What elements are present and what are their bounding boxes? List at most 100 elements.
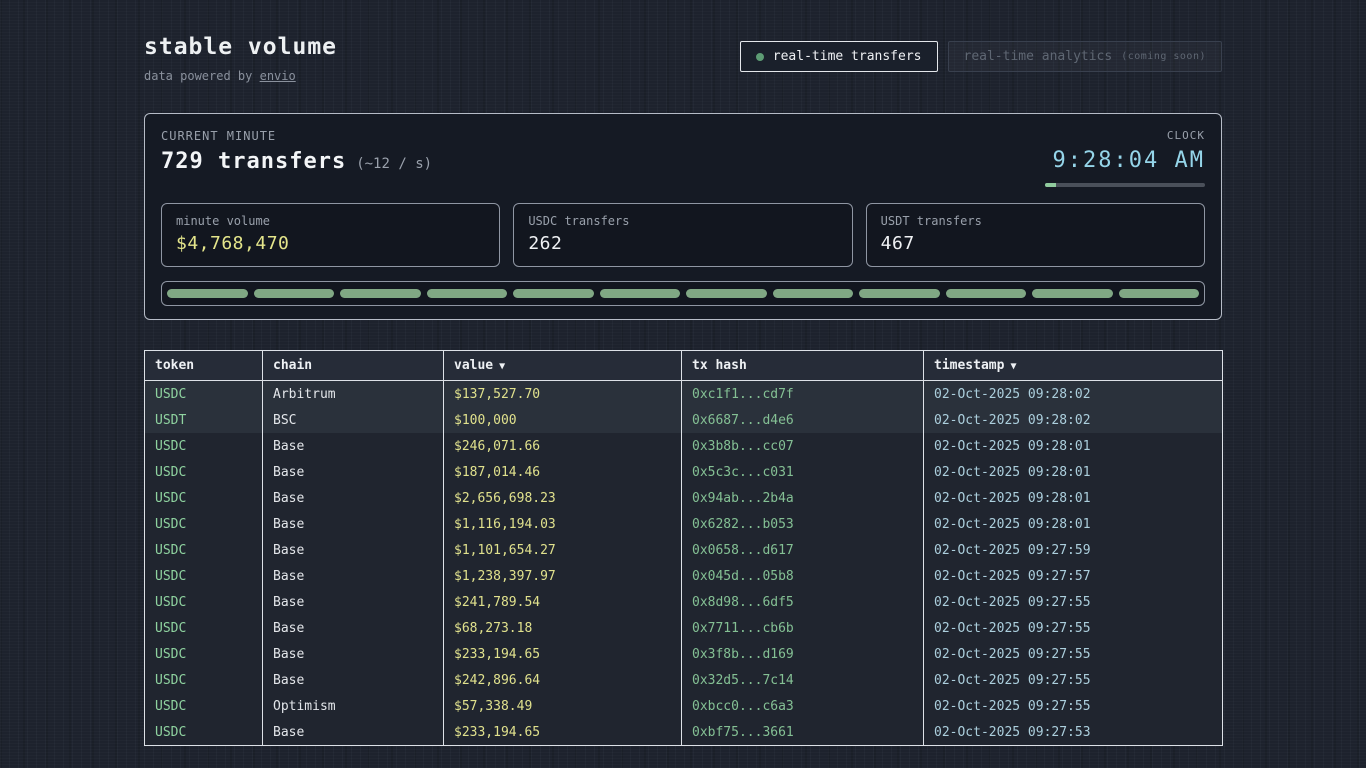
sort-indicator-icon: ▼ xyxy=(1004,361,1016,372)
table-row: USDCBase$233,194.650xbf75...366102-Oct-2… xyxy=(145,719,1223,746)
cell-tx-hash[interactable]: 0x32d5...7c14 xyxy=(682,667,924,693)
cell-chain: Base xyxy=(263,433,444,459)
envio-link[interactable]: envio xyxy=(260,69,296,83)
cell-timestamp: 02-Oct-2025 09:28:02 xyxy=(924,407,1223,433)
table-row: USDCBase$68,273.180x7711...cb6b02-Oct-20… xyxy=(145,615,1223,641)
transfers-summary: CURRENT MINUTE 729 transfers (~12 / s) xyxy=(161,129,432,174)
column-header-chain[interactable]: chain xyxy=(263,351,444,381)
table-row: USDCBase$242,896.640x32d5...7c1402-Oct-2… xyxy=(145,667,1223,693)
cell-token: USDC xyxy=(145,459,263,485)
table-row: USDCArbitrum$137,527.700xc1f1...cd7f02-O… xyxy=(145,381,1223,408)
cell-token: USDC xyxy=(145,537,263,563)
cell-timestamp: 02-Oct-2025 09:27:55 xyxy=(924,615,1223,641)
stat-box-label: minute volume xyxy=(176,214,485,228)
cell-tx-hash[interactable]: 0x8d98...6df5 xyxy=(682,589,924,615)
cell-token: USDC xyxy=(145,589,263,615)
column-header-timestamp[interactable]: timestamp ▼ xyxy=(924,351,1223,381)
transfers-table: tokenchainvalue ▼tx hashtimestamp ▼ USDC… xyxy=(144,350,1223,746)
cell-token: USDC xyxy=(145,667,263,693)
stat-box-label: USDT transfers xyxy=(881,214,1190,228)
cell-timestamp: 02-Oct-2025 09:28:01 xyxy=(924,485,1223,511)
cell-token: USDC xyxy=(145,615,263,641)
coming-soon-badge: (coming soon) xyxy=(1121,51,1206,62)
cell-value: $233,194.65 xyxy=(444,719,682,746)
cell-chain: Base xyxy=(263,641,444,667)
cell-tx-hash[interactable]: 0x0658...d617 xyxy=(682,537,924,563)
cell-value: $137,527.70 xyxy=(444,381,682,408)
cell-chain: Base xyxy=(263,615,444,641)
column-header-token[interactable]: token xyxy=(145,351,263,381)
transfers-table-body: USDCArbitrum$137,527.700xc1f1...cd7f02-O… xyxy=(145,381,1223,746)
cell-token: USDC xyxy=(145,485,263,511)
cell-value: $246,071.66 xyxy=(444,433,682,459)
tab-real-time-analytics[interactable]: real-time analytics (coming soon) xyxy=(948,41,1223,72)
cell-token: USDC xyxy=(145,719,263,746)
table-row: USDCBase$246,071.660x3b8b...cc0702-Oct-2… xyxy=(145,433,1223,459)
cell-timestamp: 02-Oct-2025 09:27:55 xyxy=(924,667,1223,693)
minute-segment xyxy=(773,289,854,298)
cell-chain: BSC xyxy=(263,407,444,433)
cell-tx-hash[interactable]: 0x3f8b...d169 xyxy=(682,641,924,667)
cell-timestamp: 02-Oct-2025 09:27:55 xyxy=(924,693,1223,719)
cell-tx-hash[interactable]: 0x6687...d4e6 xyxy=(682,407,924,433)
cell-tx-hash[interactable]: 0x94ab...2b4a xyxy=(682,485,924,511)
stat-box-2: USDT transfers467 xyxy=(866,203,1205,267)
cell-value: $68,273.18 xyxy=(444,615,682,641)
transfers-count-line: 729 transfers (~12 / s) xyxy=(161,149,432,174)
minute-segment xyxy=(167,289,248,298)
cell-chain: Base xyxy=(263,537,444,563)
minute-segment xyxy=(1032,289,1113,298)
cell-token: USDC xyxy=(145,381,263,408)
cell-timestamp: 02-Oct-2025 09:27:53 xyxy=(924,719,1223,746)
minute-segment xyxy=(427,289,508,298)
clock-block: CLOCK 9:28:04 AM xyxy=(1045,129,1205,187)
tab-real-time-transfers[interactable]: real-time transfers xyxy=(740,41,938,72)
live-status-dot-icon xyxy=(756,53,764,61)
table-row: USDCOptimism$57,338.490xbcc0...c6a302-Oc… xyxy=(145,693,1223,719)
header-left: stable volume data powered by envio xyxy=(144,34,337,83)
cell-chain: Base xyxy=(263,485,444,511)
cell-chain: Base xyxy=(263,719,444,746)
cell-value: $242,896.64 xyxy=(444,667,682,693)
cell-tx-hash[interactable]: 0xbcc0...c6a3 xyxy=(682,693,924,719)
cell-timestamp: 02-Oct-2025 09:27:55 xyxy=(924,589,1223,615)
cell-chain: Base xyxy=(263,589,444,615)
transfers-rate: (~12 / s) xyxy=(356,156,432,172)
minute-segment xyxy=(1119,289,1200,298)
transfers-count: 729 transfers xyxy=(161,149,346,174)
cell-chain: Optimism xyxy=(263,693,444,719)
column-header-tx-hash[interactable]: tx hash xyxy=(682,351,924,381)
cell-tx-hash[interactable]: 0xc1f1...cd7f xyxy=(682,381,924,408)
clock-time: 9:28:04 AM xyxy=(1045,148,1205,173)
transfers-table-head-row: tokenchainvalue ▼tx hashtimestamp ▼ xyxy=(145,351,1223,381)
clock-progress-bar xyxy=(1045,183,1205,187)
table-row: USDCBase$187,014.460x5c3c...c03102-Oct-2… xyxy=(145,459,1223,485)
table-row: USDCBase$2,656,698.230x94ab...2b4a02-Oct… xyxy=(145,485,1223,511)
cell-value: $187,014.46 xyxy=(444,459,682,485)
cell-timestamp: 02-Oct-2025 09:27:59 xyxy=(924,537,1223,563)
cell-token: USDC xyxy=(145,693,263,719)
cell-tx-hash[interactable]: 0x5c3c...c031 xyxy=(682,459,924,485)
cell-tx-hash[interactable]: 0x7711...cb6b xyxy=(682,615,924,641)
minute-segment xyxy=(859,289,940,298)
minute-segment xyxy=(513,289,594,298)
cell-timestamp: 02-Oct-2025 09:27:55 xyxy=(924,641,1223,667)
panel-top-row: CURRENT MINUTE 729 transfers (~12 / s) C… xyxy=(161,129,1205,187)
tab-analytics-label: real-time analytics xyxy=(964,49,1113,64)
cell-timestamp: 02-Oct-2025 09:27:57 xyxy=(924,563,1223,589)
stat-box-1: USDC transfers262 xyxy=(513,203,852,267)
cell-tx-hash[interactable]: 0x045d...05b8 xyxy=(682,563,924,589)
stat-box-value: 262 xyxy=(528,233,837,254)
cell-tx-hash[interactable]: 0xbf75...3661 xyxy=(682,719,924,746)
table-row: USDTBSC$100,0000x6687...d4e602-Oct-2025 … xyxy=(145,407,1223,433)
stat-box-value: $4,768,470 xyxy=(176,233,485,254)
page-title: stable volume xyxy=(144,34,337,60)
cell-value: $100,000 xyxy=(444,407,682,433)
minute-segment xyxy=(600,289,681,298)
minute-segment xyxy=(340,289,421,298)
minute-segment-bar xyxy=(161,281,1205,306)
cell-tx-hash[interactable]: 0x3b8b...cc07 xyxy=(682,433,924,459)
column-header-value[interactable]: value ▼ xyxy=(444,351,682,381)
header: stable volume data powered by envio real… xyxy=(144,34,1222,83)
cell-tx-hash[interactable]: 0x6282...b053 xyxy=(682,511,924,537)
